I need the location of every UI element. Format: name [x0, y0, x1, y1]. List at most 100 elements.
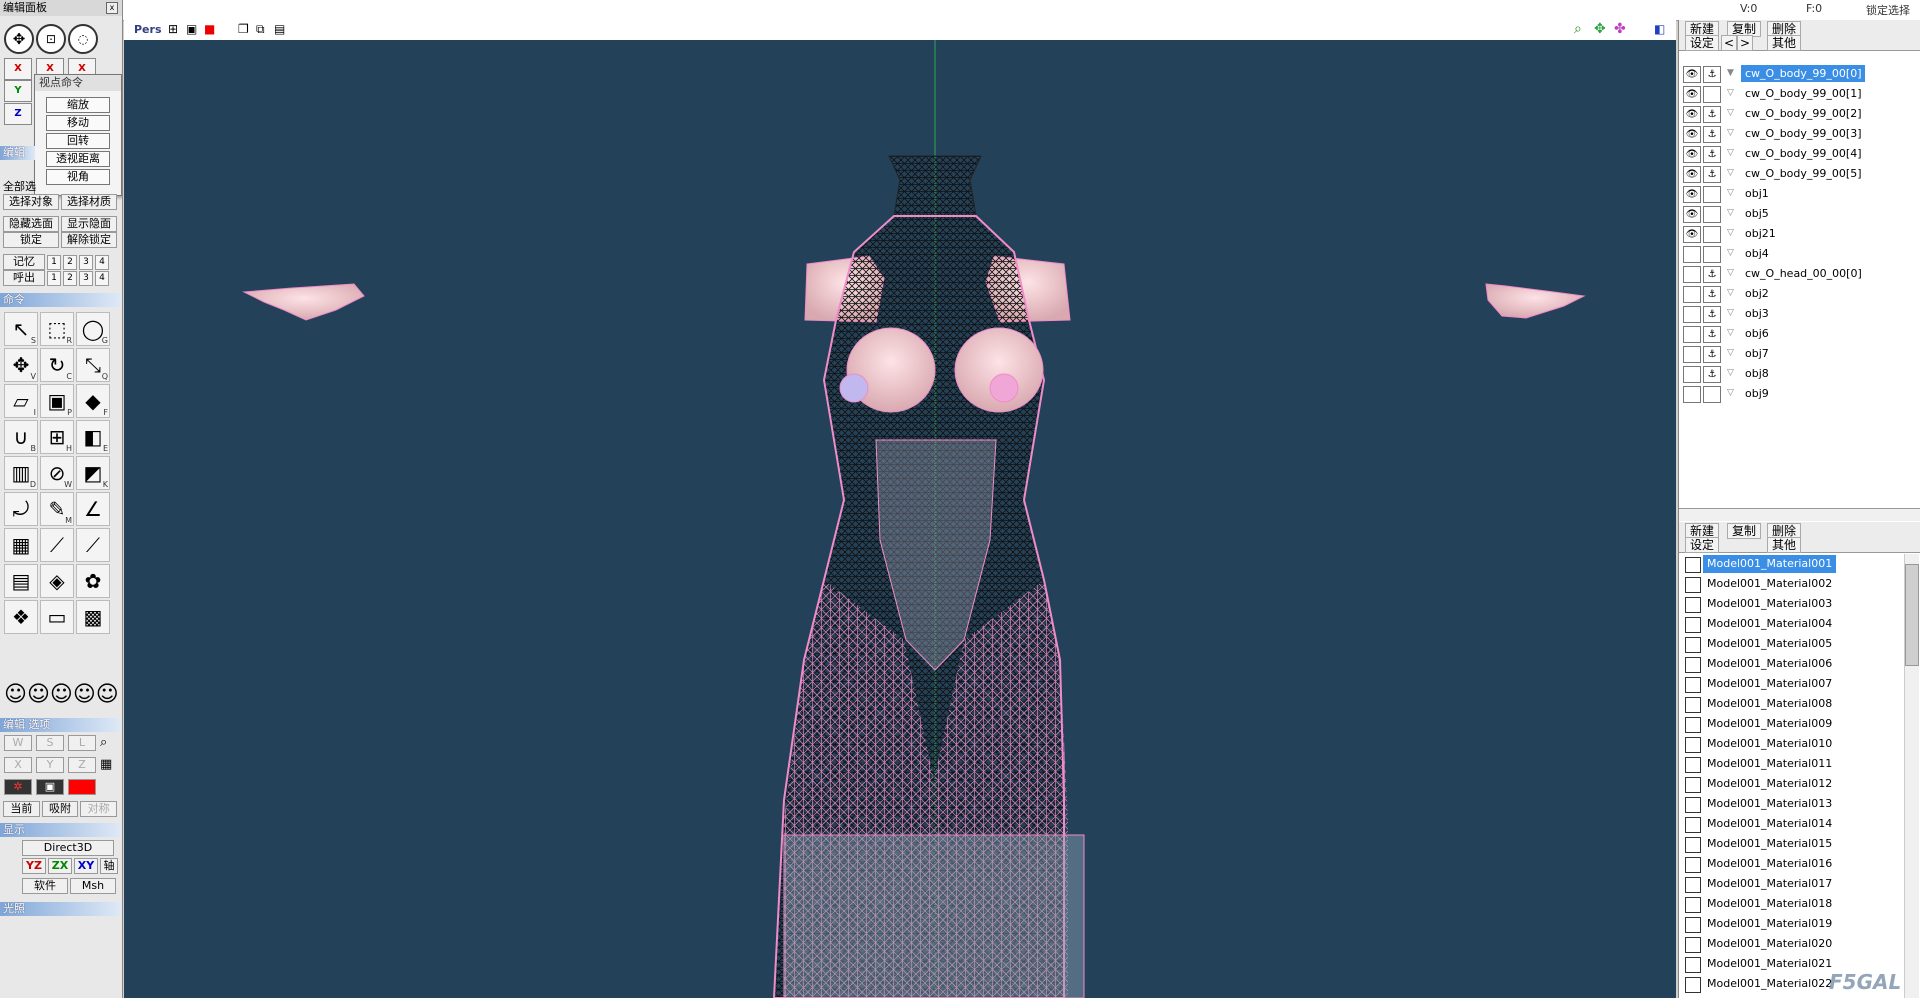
material-checkbox[interactable]	[1685, 817, 1701, 833]
move-tool-icon[interactable]: ✥ V	[4, 348, 38, 382]
visibility-icon[interactable]	[1683, 346, 1701, 363]
hide-faces-button[interactable]: 隐藏选面	[3, 216, 59, 232]
material-checkbox[interactable]	[1685, 937, 1701, 953]
twist-tool-icon[interactable]: ⤾	[4, 492, 38, 526]
move-view-icon[interactable]: ✥	[4, 24, 34, 54]
material-checkbox[interactable]	[1685, 957, 1701, 973]
lock-icon[interactable]	[1703, 246, 1721, 263]
expand-icon[interactable]: ▽	[1727, 104, 1734, 123]
plane-tool-icon[interactable]: ◆ F	[76, 384, 110, 418]
expand-icon[interactable]: ▽	[1727, 324, 1734, 343]
axis-x-button[interactable]: X	[4, 58, 32, 80]
expand-icon[interactable]: ▽	[1727, 244, 1734, 263]
layer-icon[interactable]: ⧉	[256, 22, 265, 37]
lock-icon[interactable]: ⚓	[1703, 166, 1721, 183]
visibility-icon[interactable]	[1683, 366, 1701, 383]
select-material-button[interactable]: 选择材质	[61, 194, 117, 210]
view-angle-button[interactable]: 视角	[46, 169, 110, 185]
material-row[interactable]: Model001_Material007	[1679, 674, 1899, 694]
rotate-tool-icon[interactable]: ↻ C	[40, 348, 74, 382]
box-brush-tool-icon[interactable]: ❖	[4, 600, 38, 634]
zoom-icon[interactable]: ⌕	[1574, 21, 1582, 37]
lock-icon[interactable]: ⚓	[1703, 366, 1721, 383]
material-row[interactable]: Model001_Material018	[1679, 894, 1899, 914]
current-button[interactable]: 当前	[3, 801, 40, 817]
recall-slot-1[interactable]: 1	[47, 270, 61, 286]
recall-slot-3[interactable]: 3	[79, 270, 93, 286]
option-z-button[interactable]: Z	[68, 757, 96, 773]
object-row[interactable]: 👁 ⚓ ▽ cw_O_body_99_00[3]	[1679, 124, 1915, 143]
material-row[interactable]: Model001_Material013	[1679, 794, 1899, 814]
plane-zx-button[interactable]: ZX	[48, 858, 72, 874]
expand-icon[interactable]: ▽	[1727, 184, 1734, 203]
material-checkbox[interactable]	[1685, 917, 1701, 933]
lock-icon[interactable]: ⚓	[1703, 286, 1721, 303]
fit-view-icon[interactable]: ⊞	[168, 22, 178, 36]
wire-mode-icon[interactable]: ▣	[36, 779, 64, 795]
visibility-icon[interactable]: 👁	[1683, 66, 1701, 83]
lock-icon[interactable]: ⚓	[1703, 66, 1721, 83]
object-row[interactable]: 👁 ▽ obj21	[1679, 224, 1915, 243]
object-row[interactable]: ▽ obj4	[1679, 244, 1915, 263]
object-other-button[interactable]: 其他	[1767, 35, 1801, 51]
option-x-button[interactable]: X	[4, 757, 32, 773]
expand-icon[interactable]: ▽	[1727, 364, 1734, 383]
symmetry-button[interactable]: 对称	[80, 801, 118, 817]
object-row[interactable]: ▽ obj9	[1679, 384, 1915, 403]
camera-tool-icon[interactable]: ▩	[76, 600, 110, 634]
3d-viewport[interactable]	[124, 20, 1676, 998]
object-row[interactable]: 👁 ⚓ ▽ cw_O_body_99_00[5]	[1679, 164, 1915, 183]
visibility-icon[interactable]	[1683, 286, 1701, 303]
magnet-tool-icon[interactable]: ∪ B	[4, 420, 38, 454]
perspective-distance-button[interactable]: 透视距离	[46, 151, 110, 167]
cylinder-tool-icon[interactable]: ▥ D	[4, 456, 38, 490]
lock-icon[interactable]: ⚓	[1703, 346, 1721, 363]
select-tool-icon[interactable]: ↖ S	[4, 312, 38, 346]
lock-icon[interactable]	[1703, 226, 1721, 243]
paint-tool-icon[interactable]: ◈	[40, 564, 74, 598]
material-checkbox[interactable]	[1685, 697, 1701, 713]
show-hidden-button[interactable]: 显示隐面	[61, 216, 117, 232]
visibility-icon[interactable]	[1683, 326, 1701, 343]
axis-z-button[interactable]: Z	[4, 103, 32, 125]
material-checkbox[interactable]	[1685, 617, 1701, 633]
material-checkbox[interactable]	[1685, 677, 1701, 693]
visibility-icon[interactable]: 👁	[1683, 226, 1701, 243]
memory-slot-3[interactable]: 3	[79, 254, 93, 270]
select-object-button[interactable]: 选择对象	[3, 194, 59, 210]
material-row[interactable]: Model001_Material012	[1679, 774, 1899, 794]
object-row[interactable]: 👁 ▽ obj5	[1679, 204, 1915, 223]
knife-tool-icon[interactable]: ⊘ W	[40, 456, 74, 490]
object-prev-button[interactable]: <	[1721, 35, 1737, 51]
lock-icon[interactable]: ⚓	[1703, 326, 1721, 343]
object-row[interactable]: 👁 ⚓ ▽ cw_O_body_99_00[2]	[1679, 104, 1915, 123]
object-settings-button[interactable]: 设定	[1685, 35, 1719, 51]
object-row[interactable]: 👁 ⚓ ▽ cw_O_body_99_00[4]	[1679, 144, 1915, 163]
material-other-button[interactable]: 其他	[1767, 537, 1801, 553]
material-row[interactable]: Model001_Material001	[1679, 554, 1899, 574]
bend-2-tool-icon[interactable]: ⟋	[76, 528, 110, 562]
lock-icon[interactable]: ⚓	[1703, 266, 1721, 283]
recall-slot-4[interactable]: 4	[95, 270, 109, 286]
bevel-tool-icon[interactable]: ◧ E	[76, 420, 110, 454]
visibility-icon[interactable]: 👁	[1683, 106, 1701, 123]
copy-view-icon[interactable]: ❐	[238, 22, 249, 36]
snap-button[interactable]: 吸附	[41, 801, 79, 817]
object-row[interactable]: 👁 ▽ obj1	[1679, 184, 1915, 203]
pick-tool-icon[interactable]: ✎ M	[40, 492, 74, 526]
expand-icon[interactable]: ▽	[1727, 304, 1734, 323]
expand-icon[interactable]: ▽	[1727, 344, 1734, 363]
character-icon-5[interactable]: ☺	[96, 682, 119, 714]
material-row[interactable]: Model001_Material014	[1679, 814, 1899, 834]
axis-button[interactable]: 轴	[100, 858, 118, 874]
rect-select-tool-icon[interactable]: ⬚ R	[40, 312, 74, 346]
box-tool-icon[interactable]: ▣ P	[40, 384, 74, 418]
expand-icon[interactable]: ▽	[1727, 204, 1734, 223]
object-row[interactable]: ⚓ ▽ cw_O_head_00_00[0]	[1679, 264, 1915, 283]
option-l-button[interactable]: L	[68, 735, 96, 751]
palette-tool-icon[interactable]: ✿	[76, 564, 110, 598]
material-row[interactable]: Model001_Material011	[1679, 754, 1899, 774]
memory-slot-4[interactable]: 4	[95, 254, 109, 270]
material-settings-button[interactable]: 设定	[1685, 537, 1719, 553]
expand-icon[interactable]: ▽	[1727, 124, 1734, 143]
